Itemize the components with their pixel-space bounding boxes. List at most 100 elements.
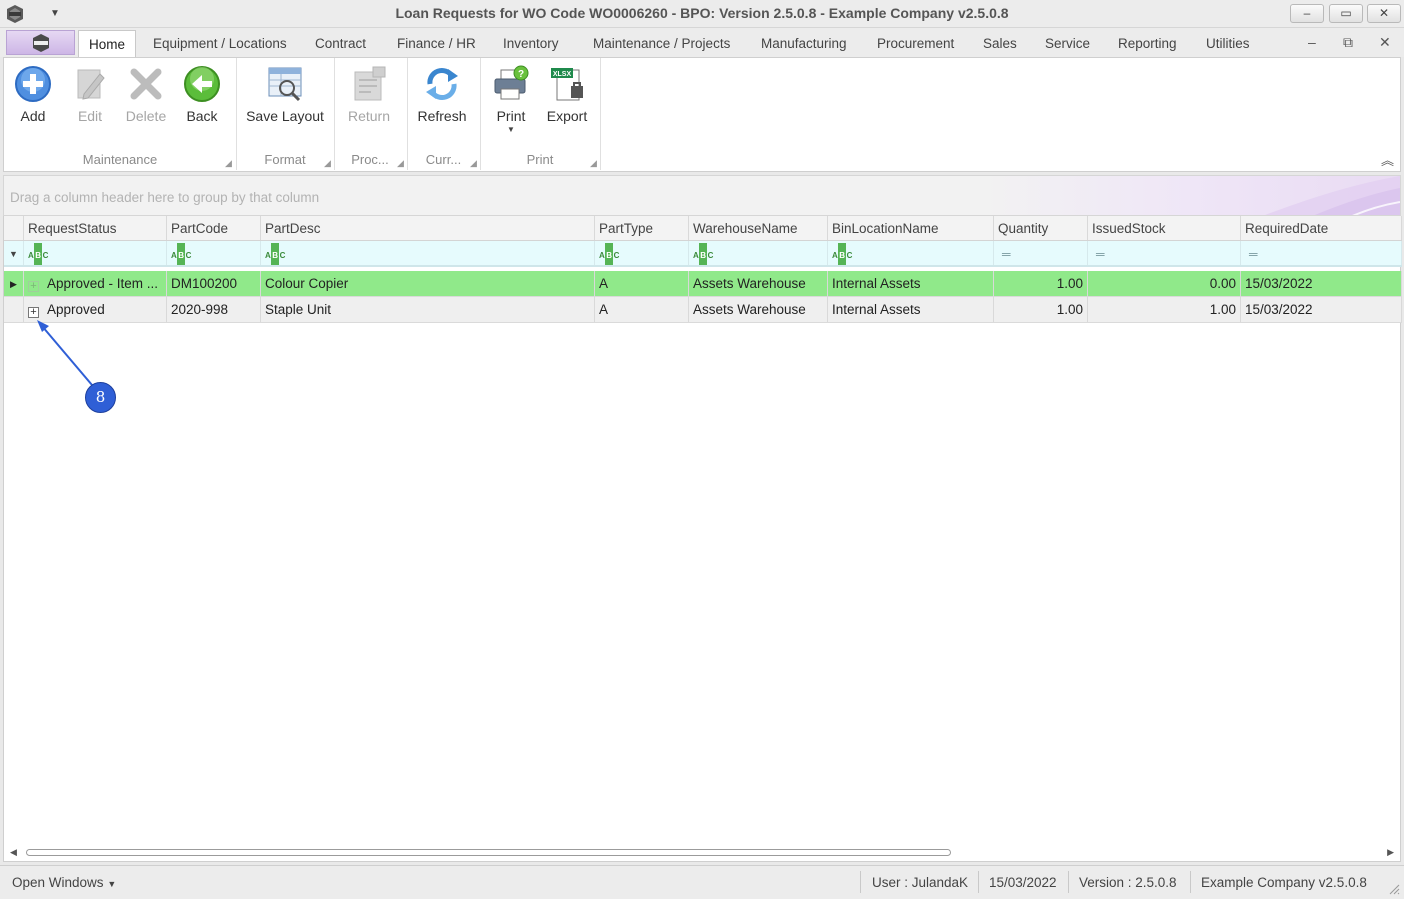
group-launcher-icon[interactable]: ◢ [590,158,597,169]
status-separator [1190,871,1191,893]
refresh-icon [426,68,458,100]
text-filter-icon: ABC [693,243,713,265]
minimize-button[interactable]: – [1290,4,1324,23]
tab-reporting[interactable]: Reporting [1118,36,1177,51]
tab-service[interactable]: Service [1045,36,1090,51]
application-menu-button[interactable] [6,30,75,55]
delete-button[interactable]: Delete [122,64,170,124]
back-button[interactable]: Back [182,64,222,124]
group-by-panel[interactable]: Drag a column header here to group by th… [3,175,1401,216]
bpo-logo-icon [33,34,49,52]
collapse-ribbon-icon[interactable]: ︽ [1381,150,1394,169]
cell-requeststatus: Approved - Item ... [47,276,159,291]
scroll-right-icon[interactable]: ▶ [1387,847,1394,858]
group-launcher-icon[interactable]: ◢ [397,158,404,169]
tab-contract[interactable]: Contract [315,36,366,51]
return-icon [354,66,386,101]
tab-sales[interactable]: Sales [983,36,1017,51]
tab-inventory[interactable]: Inventory [503,36,559,51]
scrollbar-thumb[interactable] [26,849,951,856]
group-panel-hint: Drag a column header here to group by th… [10,190,320,205]
group-separator [600,58,601,170]
save-layout-icon [268,67,302,102]
row-indicator [4,297,24,322]
cell-parttype: A [595,271,689,296]
print-button[interactable]: ? Print ▼ [490,64,532,134]
open-windows-button[interactable]: Open Windows ▼ [12,875,116,890]
save-layout-button[interactable]: Save Layout [244,64,326,124]
tab-maintenance-projects[interactable]: Maintenance / Projects [593,36,730,51]
group-label-maintenance: Maintenance [82,152,158,167]
filter-cell-warehousename[interactable]: ABC [689,241,828,265]
filter-cell-parttype[interactable]: ABC [595,241,689,265]
mdi-restore-icon[interactable]: ⧉ [1343,34,1353,51]
cell-requireddate: 15/03/2022 [1241,271,1402,296]
filter-cell-partcode[interactable]: ABC [167,241,261,265]
column-header-requeststatus[interactable]: RequestStatus [24,216,167,240]
column-header-partcode[interactable]: PartCode [167,216,261,240]
tab-procurement[interactable]: Procurement [877,36,954,51]
filter-cell-issuedstock[interactable]: ═ [1088,241,1241,265]
resize-grip-icon[interactable] [1388,883,1400,895]
close-button[interactable]: ✕ [1367,4,1401,23]
filter-cell-quantity[interactable]: ═ [994,241,1088,265]
status-user: User : JulandaK [872,875,969,890]
filter-cell-requireddate[interactable]: ═ [1241,241,1402,265]
cell-quantity: 1.00 [994,297,1088,322]
group-label-format: Format [264,152,306,167]
horizontal-scrollbar[interactable]: ◀ ▶ [3,843,1401,862]
export-badge: XLSX [553,71,572,78]
tab-finance-hr[interactable]: Finance / HR [397,36,476,51]
mdi-close-icon[interactable]: ✕ [1379,34,1391,51]
tab-utilities[interactable]: Utilities [1206,36,1250,51]
print-dropdown-icon[interactable]: ▼ [490,125,532,134]
tab-equipment-locations[interactable]: Equipment / Locations [153,36,287,51]
cell-parttype: A [595,297,689,322]
expand-row-icon[interactable]: + [28,281,39,292]
column-header-parttype[interactable]: PartType [595,216,689,240]
expand-row-icon[interactable]: + [28,307,39,318]
filter-cell-partdesc[interactable]: ABC [261,241,595,265]
svg-text:?: ? [518,69,524,80]
column-header-binlocationname[interactable]: BinLocationName [828,216,994,240]
scroll-left-icon[interactable]: ◀ [10,847,17,858]
edit-pencil-icon [77,69,105,100]
export-button[interactable]: XLSX Export [544,64,590,124]
column-header-partdesc[interactable]: PartDesc [261,216,595,240]
filter-cell-binlocationname[interactable]: ABC [828,241,994,265]
cell-partdesc: Colour Copier [261,271,595,296]
cell-partdesc: Staple Unit [261,297,595,322]
add-button[interactable]: Add [12,64,54,124]
refresh-button[interactable]: Refresh [414,64,470,124]
chevron-down-icon: ▼ [107,879,117,889]
column-header-warehousename[interactable]: WarehouseName [689,216,828,240]
cell-quantity: 1.00 [994,271,1088,296]
export-xlsx-icon: XLSX [551,68,583,101]
group-launcher-icon[interactable]: ◢ [470,158,477,169]
equals-filter-icon: ═ [1096,247,1105,261]
column-header-issuedstock[interactable]: IssuedStock [1088,216,1241,240]
group-launcher-icon[interactable]: ◢ [324,158,331,169]
status-bar: Open Windows ▼ User : JulandaK 15/03/202… [0,865,1404,899]
filter-icon: ▼ [4,241,24,265]
cell-partcode: DM100200 [167,271,261,296]
tab-manufacturing[interactable]: Manufacturing [761,36,847,51]
return-button[interactable]: Return [344,64,394,124]
auto-filter-row: ▼ ABC ABC ABC ABC ABC ABC ═ ═ ═ [4,241,1402,267]
group-launcher-icon[interactable]: ◢ [225,158,232,169]
column-header-requireddate[interactable]: RequiredDate [1241,216,1402,240]
ribbon-toolbar: Add Edit Delete Back Maintenance ◢ Save … [3,57,1401,172]
table-row[interactable]: + Approved 2020-998 Staple Unit A Assets … [4,297,1402,323]
maximize-button[interactable]: ▭ [1329,4,1363,23]
group-label-process: Proc... [351,152,389,167]
cell-warehousename: Assets Warehouse [689,297,828,322]
back-arrow-icon [184,66,220,102]
filter-cell-requeststatus[interactable]: ABC [24,241,167,265]
edit-button[interactable]: Edit [70,64,110,124]
status-separator [860,871,861,893]
annotation-callout: 8 [85,382,116,413]
column-header-quantity[interactable]: Quantity [994,216,1088,240]
table-row[interactable]: ▶ + Approved - Item ... DM100200 Colour C… [4,271,1402,297]
tab-home[interactable]: Home [78,30,137,58]
mdi-minimize-icon[interactable]: – [1308,34,1316,50]
